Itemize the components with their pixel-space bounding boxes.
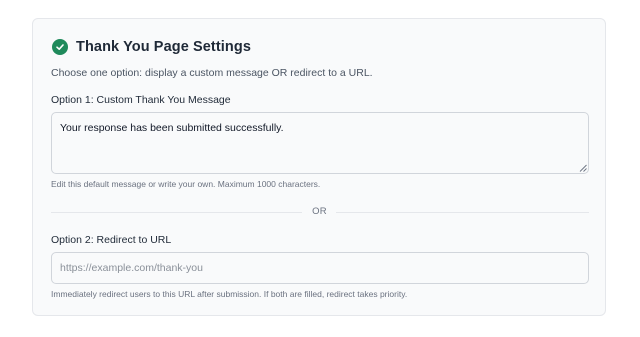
divider-line-right (336, 212, 589, 213)
card-title: Thank You Page Settings (76, 39, 251, 55)
card-header: Thank You Page Settings (52, 39, 251, 55)
thank-you-settings-card: Thank You Page Settings Choose one optio… (32, 18, 606, 316)
card-subtitle: Choose one option: display a custom mess… (51, 67, 373, 79)
divider-line-left (51, 212, 302, 213)
check-circle-icon (52, 39, 68, 55)
option2-label: Option 2: Redirect to URL (51, 234, 172, 246)
check-mark-icon (56, 44, 64, 50)
option2-help-text: Immediately redirect users to this URL a… (51, 289, 408, 299)
option1-help-text: Edit this default message or write your … (51, 179, 321, 189)
thank-you-message-textarea[interactable]: Your response has been submitted success… (51, 112, 589, 174)
or-divider-text: OR (312, 206, 327, 217)
option1-label: Option 1: Custom Thank You Message (51, 94, 231, 106)
redirect-url-input[interactable] (51, 252, 589, 284)
resize-handle-icon[interactable] (579, 164, 587, 172)
